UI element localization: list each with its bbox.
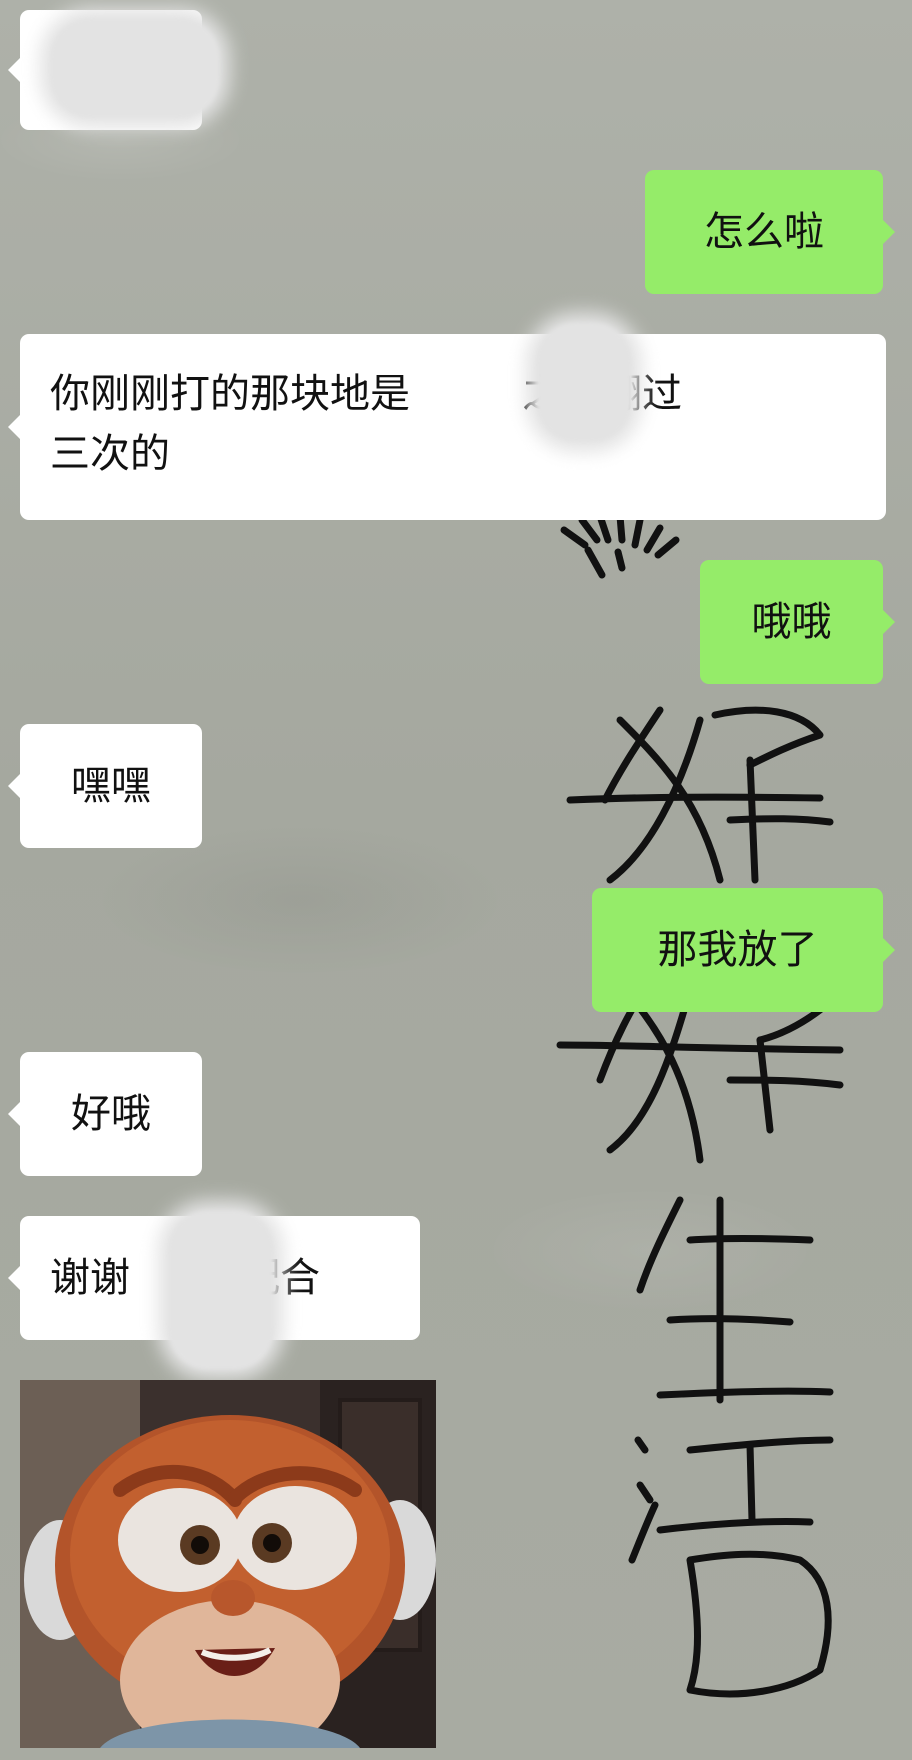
message-row-outgoing: 那我放了 bbox=[592, 888, 895, 1012]
message-text: 好哦 bbox=[71, 1091, 151, 1137]
message-text: 怎么啦 bbox=[704, 209, 824, 255]
message-bubble[interactable]: 嘿嘿 bbox=[8, 724, 202, 848]
message-line-2: 三次的 bbox=[50, 431, 170, 477]
redaction-blur bbox=[536, 322, 632, 442]
redaction-blur bbox=[168, 1210, 274, 1370]
message-bubble[interactable]: 好哦 bbox=[8, 1052, 202, 1176]
message-text: 嘿嘿 bbox=[71, 763, 151, 809]
message-bubble[interactable]: 怎么啦 bbox=[645, 170, 895, 294]
message-bubble[interactable]: 哦哦 bbox=[700, 560, 895, 684]
cartoon-character-sticker[interactable] bbox=[20, 1380, 436, 1748]
message-bubble[interactable]: 你刚刚打的那块地是之前翻过 三次的 bbox=[8, 334, 886, 520]
message-text: 哦哦 bbox=[751, 599, 832, 645]
message-text: 谢谢 bbox=[50, 1255, 130, 1301]
redaction-blur bbox=[50, 18, 220, 118]
message-text: 你刚刚打的那块地是 bbox=[50, 371, 410, 417]
message-row-incoming: 好哦 bbox=[8, 1052, 202, 1176]
message-row-outgoing: 怎么啦 bbox=[645, 170, 895, 294]
message-row-incoming: 你刚刚打的那块地是之前翻过 三次的 bbox=[8, 334, 886, 520]
message-row-outgoing: 哦哦 bbox=[700, 560, 895, 684]
message-text: 那我放了 bbox=[657, 927, 818, 973]
message-line-1: 你刚刚打的那块地是之前翻过 bbox=[50, 364, 856, 424]
sticker-illustration bbox=[20, 1380, 436, 1748]
message-bubble[interactable]: 那我放了 bbox=[592, 888, 895, 1012]
message-row-incoming: 嘿嘿 bbox=[8, 724, 202, 848]
